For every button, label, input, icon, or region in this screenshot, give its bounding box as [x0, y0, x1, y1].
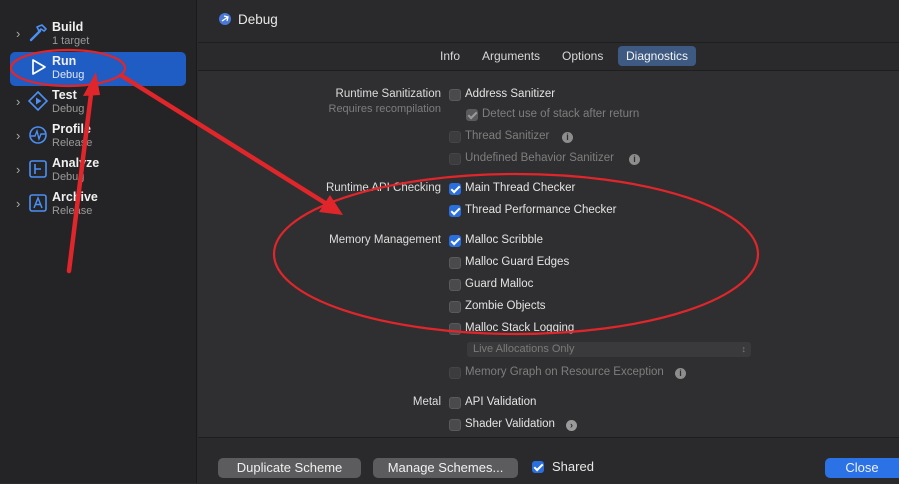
- manage-schemes-button[interactable]: Manage Schemes...: [373, 458, 518, 478]
- sidebar-item-subtitle: Debug: [52, 103, 85, 115]
- malloc-scribble-checkbox[interactable]: [449, 235, 461, 247]
- allocation-mode-select: Live Allocations Only ↕: [467, 342, 751, 357]
- arrow-right-circle-icon[interactable]: ›: [566, 420, 577, 431]
- shader-validation-checkbox[interactable]: [449, 419, 461, 431]
- thread-performance-checker-checkbox[interactable]: [449, 205, 461, 217]
- play-icon: [32, 59, 46, 75]
- allocation-mode-value: Live Allocations Only: [473, 343, 575, 355]
- sidebar-item-title: Test: [52, 88, 77, 102]
- sidebar-item-subtitle: Debug: [52, 69, 85, 81]
- info-icon[interactable]: i: [675, 368, 686, 379]
- detect-stack-label: Detect use of stack after return: [482, 108, 640, 120]
- address-sanitizer-label: Address Sanitizer: [465, 88, 556, 100]
- sidebar-item-title: Analyze: [52, 156, 100, 170]
- sidebar-item-title: Archive: [52, 190, 98, 204]
- scheme-action-sidebar: › Build 1 target Run Debug › Test Debug …: [0, 0, 197, 483]
- archive-icon: [29, 194, 47, 212]
- zombie-objects-checkbox[interactable]: [449, 301, 461, 313]
- tab-options[interactable]: Options: [554, 46, 611, 66]
- requires-recompilation-note: Requires recompilation: [328, 103, 442, 115]
- malloc-guard-edges-label: Malloc Guard Edges: [465, 256, 570, 268]
- sidebar-item-subtitle: Release: [52, 205, 93, 217]
- guard-malloc-label: Guard Malloc: [465, 278, 534, 290]
- shared-checkbox[interactable]: [532, 461, 544, 473]
- sidebar-item-title: Run: [52, 54, 77, 68]
- main-thread-checker-checkbox[interactable]: [449, 183, 461, 195]
- api-validation-label: API Validation: [465, 396, 537, 408]
- close-button[interactable]: Close: [825, 458, 899, 478]
- memory-graph-label: Memory Graph on Resource Exception: [465, 366, 664, 378]
- malloc-stack-logging-checkbox[interactable]: [449, 323, 461, 335]
- sidebar-item-subtitle: Release: [52, 137, 93, 149]
- tab-arguments[interactable]: Arguments: [474, 46, 548, 66]
- info-icon[interactable]: i: [562, 132, 573, 143]
- zombie-objects-label: Zombie Objects: [465, 300, 546, 312]
- tab-diagnostics[interactable]: Diagnostics: [618, 46, 697, 66]
- tab-bar: Info Arguments Options Diagnostics: [198, 43, 899, 71]
- guard-malloc-checkbox[interactable]: [449, 279, 461, 291]
- runtime-sanitization-label: Runtime Sanitization: [335, 88, 441, 100]
- ub-sanitizer-checkbox: [449, 153, 461, 165]
- runtime-api-checking-label: Runtime API Checking: [325, 182, 441, 194]
- sidebar-item-run[interactable]: Run Debug: [10, 52, 186, 86]
- sidebar-item-title: Profile: [52, 122, 91, 136]
- thread-sanitizer-checkbox: [449, 131, 461, 143]
- malloc-scribble-label: Malloc Scribble: [465, 234, 543, 246]
- malloc-guard-edges-checkbox[interactable]: [449, 257, 461, 269]
- memory-management-label: Memory Management: [329, 234, 441, 246]
- sidebar-item-title: Build: [52, 20, 84, 34]
- scheme-header: Debug: [198, 0, 899, 43]
- diagnostics-panel: Runtime Sanitization Requires recompilat…: [198, 71, 899, 437]
- sidebar-item-build[interactable]: › Build 1 target: [10, 18, 186, 52]
- shader-validation-label: Shader Validation: [465, 418, 555, 430]
- memory-graph-checkbox: [449, 367, 461, 379]
- scheme-editor-main: Debug Info Arguments Options Diagnostics…: [198, 0, 899, 484]
- analyze-icon: [29, 160, 47, 178]
- thread-sanitizer-label: Thread Sanitizer: [465, 130, 550, 142]
- ub-sanitizer-label: Undefined Behavior Sanitizer: [465, 152, 614, 164]
- address-sanitizer-checkbox[interactable]: [449, 89, 461, 101]
- sidebar-item-subtitle: 1 target: [52, 35, 90, 47]
- info-icon[interactable]: i: [629, 154, 640, 165]
- metal-label: Metal: [412, 396, 441, 408]
- scheme-target-icon: [219, 13, 231, 25]
- malloc-stack-logging-label: Malloc Stack Logging: [465, 322, 575, 334]
- api-validation-checkbox[interactable]: [449, 397, 461, 409]
- instruments-gauge-icon: [29, 126, 47, 144]
- tab-info[interactable]: Info: [432, 46, 468, 66]
- sidebar-item-subtitle: Debug: [52, 171, 85, 183]
- chevron-updown-icon: ↕: [741, 344, 747, 354]
- sidebar-item-test[interactable]: › Test Debug: [10, 86, 186, 120]
- thread-performance-checker-label: Thread Performance Checker: [465, 204, 617, 216]
- shared-label: Shared: [552, 459, 594, 474]
- detect-stack-checkbox: [466, 109, 478, 121]
- test-diamond-icon: [27, 90, 49, 112]
- page-title: Debug: [238, 12, 278, 27]
- sidebar-item-archive[interactable]: › Archive Release: [10, 188, 186, 222]
- duplicate-scheme-button[interactable]: Duplicate Scheme: [218, 458, 361, 478]
- main-thread-checker-label: Main Thread Checker: [465, 182, 576, 194]
- sidebar-item-profile[interactable]: › Profile Release: [10, 120, 186, 154]
- footer-bar: Duplicate Scheme Manage Schemes... Share…: [198, 437, 899, 484]
- hammer-icon: [29, 24, 47, 42]
- sidebar-item-analyze[interactable]: › Analyze Debug: [10, 154, 186, 188]
